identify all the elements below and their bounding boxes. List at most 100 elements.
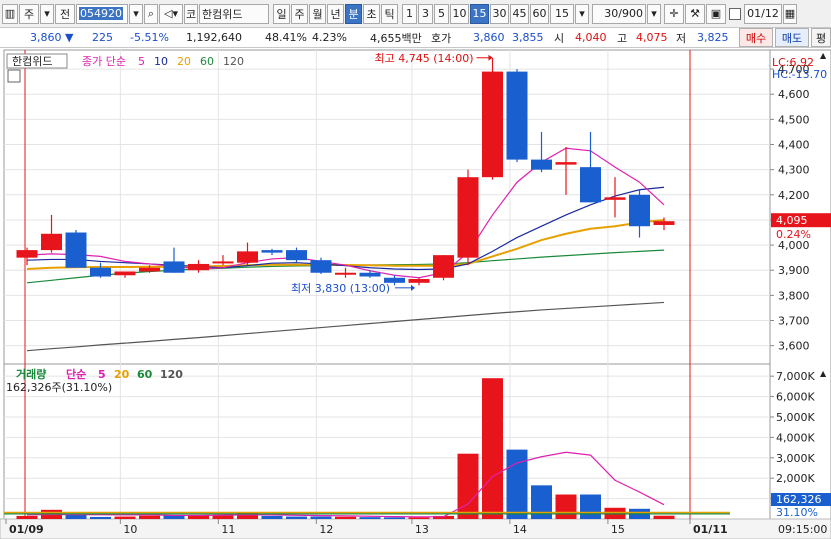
interval-tab[interactable]: 1 bbox=[402, 3, 417, 24]
chevron-down-icon[interactable]: ▾ bbox=[40, 3, 54, 24]
calendar-icon[interactable]: ▦ bbox=[783, 3, 797, 24]
turnover-value: 4.23% bbox=[312, 31, 347, 44]
price-tick-label: 4,400 bbox=[778, 139, 810, 152]
interval-dropdown-icon[interactable]: ▾ bbox=[575, 3, 589, 24]
time-label: 10 bbox=[123, 523, 137, 536]
market-select[interactable]: 주 bbox=[19, 3, 39, 24]
date-input[interactable]: 01/12 bbox=[744, 3, 782, 24]
candle-body bbox=[531, 159, 552, 170]
candle-body bbox=[335, 272, 356, 275]
current-time-label: 09:15:00 bbox=[778, 523, 827, 536]
speaker-icon[interactable]: ◁▾ bbox=[159, 3, 183, 24]
period-tab[interactable]: 주 bbox=[291, 3, 308, 24]
low-label: 저 bbox=[676, 31, 687, 45]
candle-body bbox=[506, 71, 528, 160]
prev-button[interactable]: 전 bbox=[55, 3, 75, 24]
max-price-annotation: 최고 4,745 (14:00) bbox=[375, 52, 474, 65]
price-title: 한컴위드 bbox=[12, 55, 52, 68]
date-value: 01/12 bbox=[747, 7, 779, 20]
interval-tab[interactable]: 30 bbox=[490, 3, 509, 24]
volume-tick-label: 2,000K bbox=[776, 472, 815, 485]
price-ma-period: 5 bbox=[138, 55, 145, 68]
grid-toggle-icon bbox=[7, 69, 21, 83]
buy-button[interactable]: 매수 bbox=[739, 28, 773, 47]
eval-label: 평 bbox=[815, 31, 827, 45]
volume-ma-label: 단순 bbox=[66, 367, 86, 381]
candle-body bbox=[114, 271, 136, 276]
interval-tab[interactable]: 10 bbox=[450, 3, 469, 24]
price-tick-label: 4,600 bbox=[778, 88, 810, 101]
company-prefix-label: 코 bbox=[185, 7, 197, 21]
high-label: 고 bbox=[617, 31, 628, 45]
volume-panel bbox=[3, 363, 771, 520]
hc-label: HC:-13.70 bbox=[772, 68, 827, 81]
volume-info: 162,326주(31.10%) bbox=[6, 381, 112, 394]
date-checkbox[interactable] bbox=[729, 7, 741, 20]
company-name-label: 한컴위드 bbox=[202, 7, 243, 21]
open-value: 4,040 bbox=[575, 31, 607, 44]
time-label: 12 bbox=[319, 523, 333, 536]
volume-bar bbox=[16, 515, 38, 519]
interval-tab[interactable]: 60 bbox=[530, 3, 549, 24]
candle-body bbox=[65, 232, 87, 268]
eval-button[interactable]: 평 bbox=[811, 28, 831, 47]
code-dropdown-icon[interactable]: ▾ bbox=[129, 3, 143, 24]
market-label: 주 bbox=[23, 7, 35, 21]
chart-area[interactable]: 3,6003,7003,8003,9004,0004,1004,2004,300… bbox=[0, 48, 831, 539]
toolbar: ▥ 주 ▾ 전 054920 ▾ ⌕ ◁▾ 코 한컴위드 일주월년분초틱 135… bbox=[0, 0, 831, 28]
volume-ma-period: 5 bbox=[98, 368, 106, 381]
period-tab[interactable]: 월 bbox=[309, 3, 326, 24]
candle-body bbox=[433, 255, 454, 278]
interval-tab[interactable]: 3 bbox=[418, 3, 433, 24]
crosshair-icon[interactable]: ✛ bbox=[664, 3, 684, 24]
interval-tab[interactable]: 45 bbox=[510, 3, 529, 24]
search-icon[interactable]: ⌕ bbox=[144, 3, 158, 24]
price-tick-label: 3,600 bbox=[778, 340, 810, 353]
candle-body bbox=[482, 71, 503, 178]
current-price-value: 3,860 bbox=[30, 31, 62, 44]
period-tab[interactable]: 일 bbox=[273, 3, 290, 24]
interval-select-value: 15 bbox=[555, 7, 569, 20]
volume-bar bbox=[212, 515, 234, 519]
time-label: 01/09 bbox=[9, 523, 44, 536]
candle-body bbox=[408, 279, 430, 283]
candle-body bbox=[457, 177, 479, 258]
volume-tick-label: 7,000K bbox=[776, 370, 815, 383]
volume-bar bbox=[384, 517, 405, 519]
interval-tab[interactable]: 5 bbox=[434, 3, 449, 24]
ask-label: 호가 bbox=[431, 31, 452, 45]
price-tick-label: 4,300 bbox=[778, 164, 810, 177]
interval-tab[interactable]: 15 bbox=[470, 3, 489, 24]
count-dropdown-icon[interactable]: ▾ bbox=[647, 3, 661, 24]
trade-amount: 4,655백만 bbox=[370, 31, 422, 45]
period-tab[interactable]: 틱 bbox=[381, 3, 398, 24]
volume-bar bbox=[408, 517, 430, 519]
stock-code-value: 054920 bbox=[79, 7, 123, 20]
min-price-annotation: 최저 3,830 (13:00) bbox=[291, 282, 390, 295]
sell-button[interactable]: 매도 bbox=[775, 28, 809, 47]
open-label: 시 bbox=[554, 31, 565, 45]
stock-code-input[interactable]: 054920 bbox=[76, 3, 128, 24]
candle-body bbox=[261, 250, 283, 253]
scroll-up-icon: ▲ bbox=[820, 51, 827, 60]
candle-body bbox=[237, 251, 258, 263]
interval-select[interactable]: 15 bbox=[550, 3, 574, 24]
price-ma-label: 종가 단순 bbox=[82, 55, 126, 68]
volume-bar bbox=[90, 516, 111, 519]
chart-menu-icon[interactable]: ▥ bbox=[2, 3, 18, 24]
candle-body bbox=[286, 250, 307, 261]
period-tab[interactable]: 분 bbox=[345, 3, 362, 24]
period-tab[interactable]: 년 bbox=[327, 3, 344, 24]
period-tab[interactable]: 초 bbox=[363, 3, 380, 24]
candle-body bbox=[212, 261, 234, 264]
volume-scroll-icon: ▲ bbox=[820, 369, 827, 378]
volume-current-tag-label: 162,326 bbox=[776, 493, 822, 506]
candle-body bbox=[555, 162, 577, 165]
ask2-value: 3,855 bbox=[512, 31, 544, 44]
count-input[interactable]: 30/900 bbox=[592, 3, 646, 24]
volume-value: 1,192,640 bbox=[186, 31, 242, 44]
volume-bar bbox=[359, 517, 381, 519]
candle-body bbox=[90, 267, 111, 277]
save-icon[interactable]: ▣ bbox=[706, 3, 726, 24]
tools-icon[interactable]: ⚒ bbox=[685, 3, 705, 24]
